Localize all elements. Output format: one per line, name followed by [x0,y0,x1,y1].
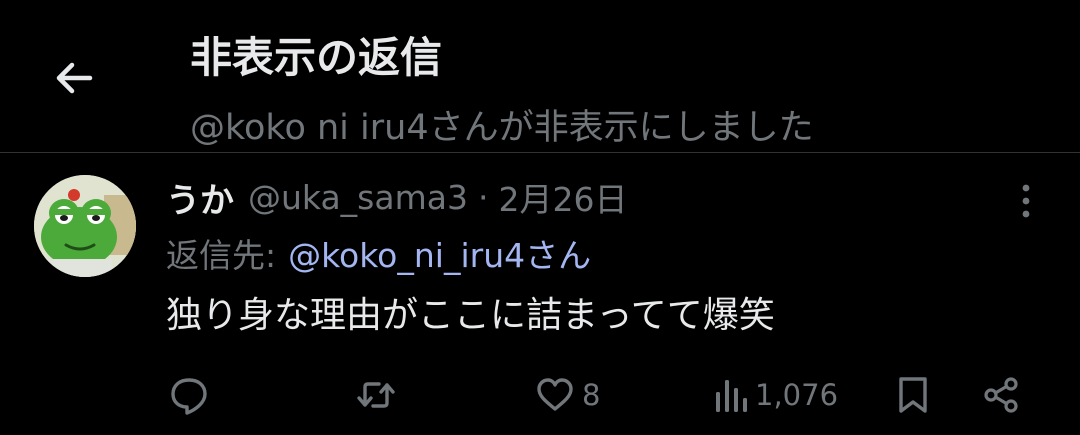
views-count: 1,076 [755,378,839,412]
like-count: 8 [582,378,601,412]
tweet-date[interactable]: 2月26日 [498,173,627,221]
tweet-header: うか @uka_sama3 · 2月26日 [166,173,627,221]
tweet[interactable]: うか @uka_sama3 · 2月26日 返信先: @koko_ni_iru4… [0,153,1080,435]
page-title: 非表示の返信 [190,33,443,82]
views-button[interactable]: 1,076 [713,373,838,417]
share-icon [984,377,1018,413]
retweet-icon [357,382,395,408]
reply-to-label: 返信先: [166,236,277,275]
heart-icon [537,378,573,411]
more-options-button[interactable] [1006,179,1046,223]
tweet-text: 独り身な理由がここに詰まってて爆笑 [166,295,775,336]
page-subtitle: @koko ni iru4さんが非表示にしました [190,108,814,148]
frog-character-avatar [34,175,136,277]
like-button[interactable]: 8 [534,373,600,417]
views-bars-icon [716,380,747,412]
share-button[interactable] [980,373,1022,417]
bookmark-button[interactable] [894,373,932,417]
separator-dot: · [477,177,489,217]
reply-to-line: 返信先: @koko_ni_iru4さん [166,229,591,277]
back-button[interactable] [48,52,100,104]
bookmark-icon [899,377,927,413]
avatar[interactable] [34,175,136,277]
reply-bubble-icon [171,378,207,415]
user-handle[interactable]: @uka_sama3 [248,178,468,217]
reply-button[interactable] [168,373,210,417]
more-vertical-icon [1022,184,1030,218]
reply-to-mention[interactable]: @koko_ni_iru4さん [288,229,591,277]
header: 非表示の返信 @koko ni iru4さんが非表示にしました [0,0,1080,153]
tweet-actions: 8 1,076 [0,365,1080,425]
arrow-left-icon [56,62,93,94]
retweet-button[interactable] [355,373,397,417]
display-name[interactable]: うか [166,173,234,222]
